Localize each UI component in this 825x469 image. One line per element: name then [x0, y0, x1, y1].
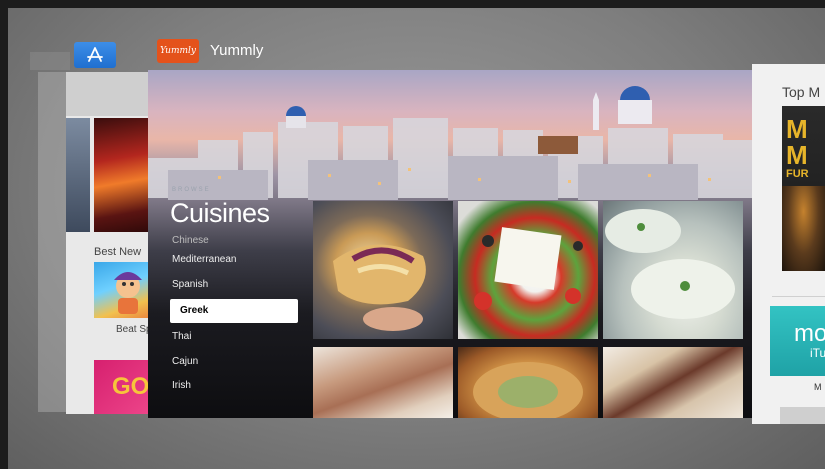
- cuisine-item-spanish[interactable]: Spanish: [170, 273, 300, 298]
- background-app-ghost: [38, 72, 68, 412]
- browse-label: BROWSE: [172, 187, 211, 193]
- poster-title: MM: [786, 114, 808, 170]
- poster-artwork: [782, 186, 825, 271]
- yummly-app-card[interactable]: BROWSE Cuisines Chinese Mediterranean Sp…: [148, 70, 752, 418]
- featured-thumbnail[interactable]: [66, 118, 90, 232]
- cuisines-heading: Cuisines: [170, 198, 270, 228]
- santorini-skyline-image: [148, 86, 752, 200]
- next-row-thumbnail[interactable]: [780, 407, 825, 424]
- top-movies-section-title: Top M: [782, 84, 821, 100]
- movie-poster[interactable]: MM FUR: [782, 106, 825, 271]
- cuisine-item-thai[interactable]: Thai: [170, 325, 300, 350]
- promo-subtitle: iTu: [810, 346, 825, 360]
- best-new-section-title: Best New: [94, 246, 142, 258]
- cuisine-item-irish[interactable]: Irish: [170, 374, 300, 399]
- game-title: Beat Sp: [116, 324, 152, 335]
- tzatziki-image: [605, 209, 735, 319]
- app-store-glyph-icon: [87, 47, 103, 62]
- yummly-app-icon[interactable]: Yummly: [157, 39, 199, 63]
- promo-text: mo: [794, 320, 825, 347]
- recipe-tile-spanakopita[interactable]: [458, 347, 598, 418]
- cuisine-item-mediterranean[interactable]: Mediterranean: [170, 248, 300, 273]
- recipe-tile-feta-bites[interactable]: [603, 347, 743, 418]
- cuisine-item-greek[interactable]: Greek: [170, 299, 298, 323]
- poster-subtitle: FUR: [786, 168, 809, 180]
- recipe-tile-gyro[interactable]: [313, 201, 453, 339]
- background-app-ghost-top: [30, 52, 70, 70]
- gyro-image: [333, 244, 426, 331]
- app-store-icon[interactable]: [74, 42, 116, 68]
- greek-salad-image: [474, 227, 583, 310]
- divider: [772, 296, 825, 297]
- recipe-tile-tzatziki[interactable]: [603, 201, 743, 339]
- spanakopita-image: [473, 362, 583, 418]
- recipe-tile-stuffed-roll[interactable]: [313, 347, 453, 418]
- screen-frame-top: [0, 0, 825, 8]
- recipe-tile-greek-salad[interactable]: [458, 201, 598, 339]
- cuisine-list: Chinese Mediterranean Spanish Greek Thai…: [170, 234, 300, 399]
- itunes-movies-card[interactable]: Top M MM FUR mo iTu M: [752, 64, 825, 424]
- cuisine-item-chinese[interactable]: Chinese: [170, 234, 300, 248]
- yummly-app-title: Yummly: [210, 42, 264, 59]
- cuisine-item-cajun[interactable]: Cajun: [170, 350, 300, 375]
- promo-caption: M: [814, 382, 822, 392]
- promo-tile[interactable]: mo iTu: [770, 306, 825, 376]
- screen-frame-left: [0, 0, 8, 469]
